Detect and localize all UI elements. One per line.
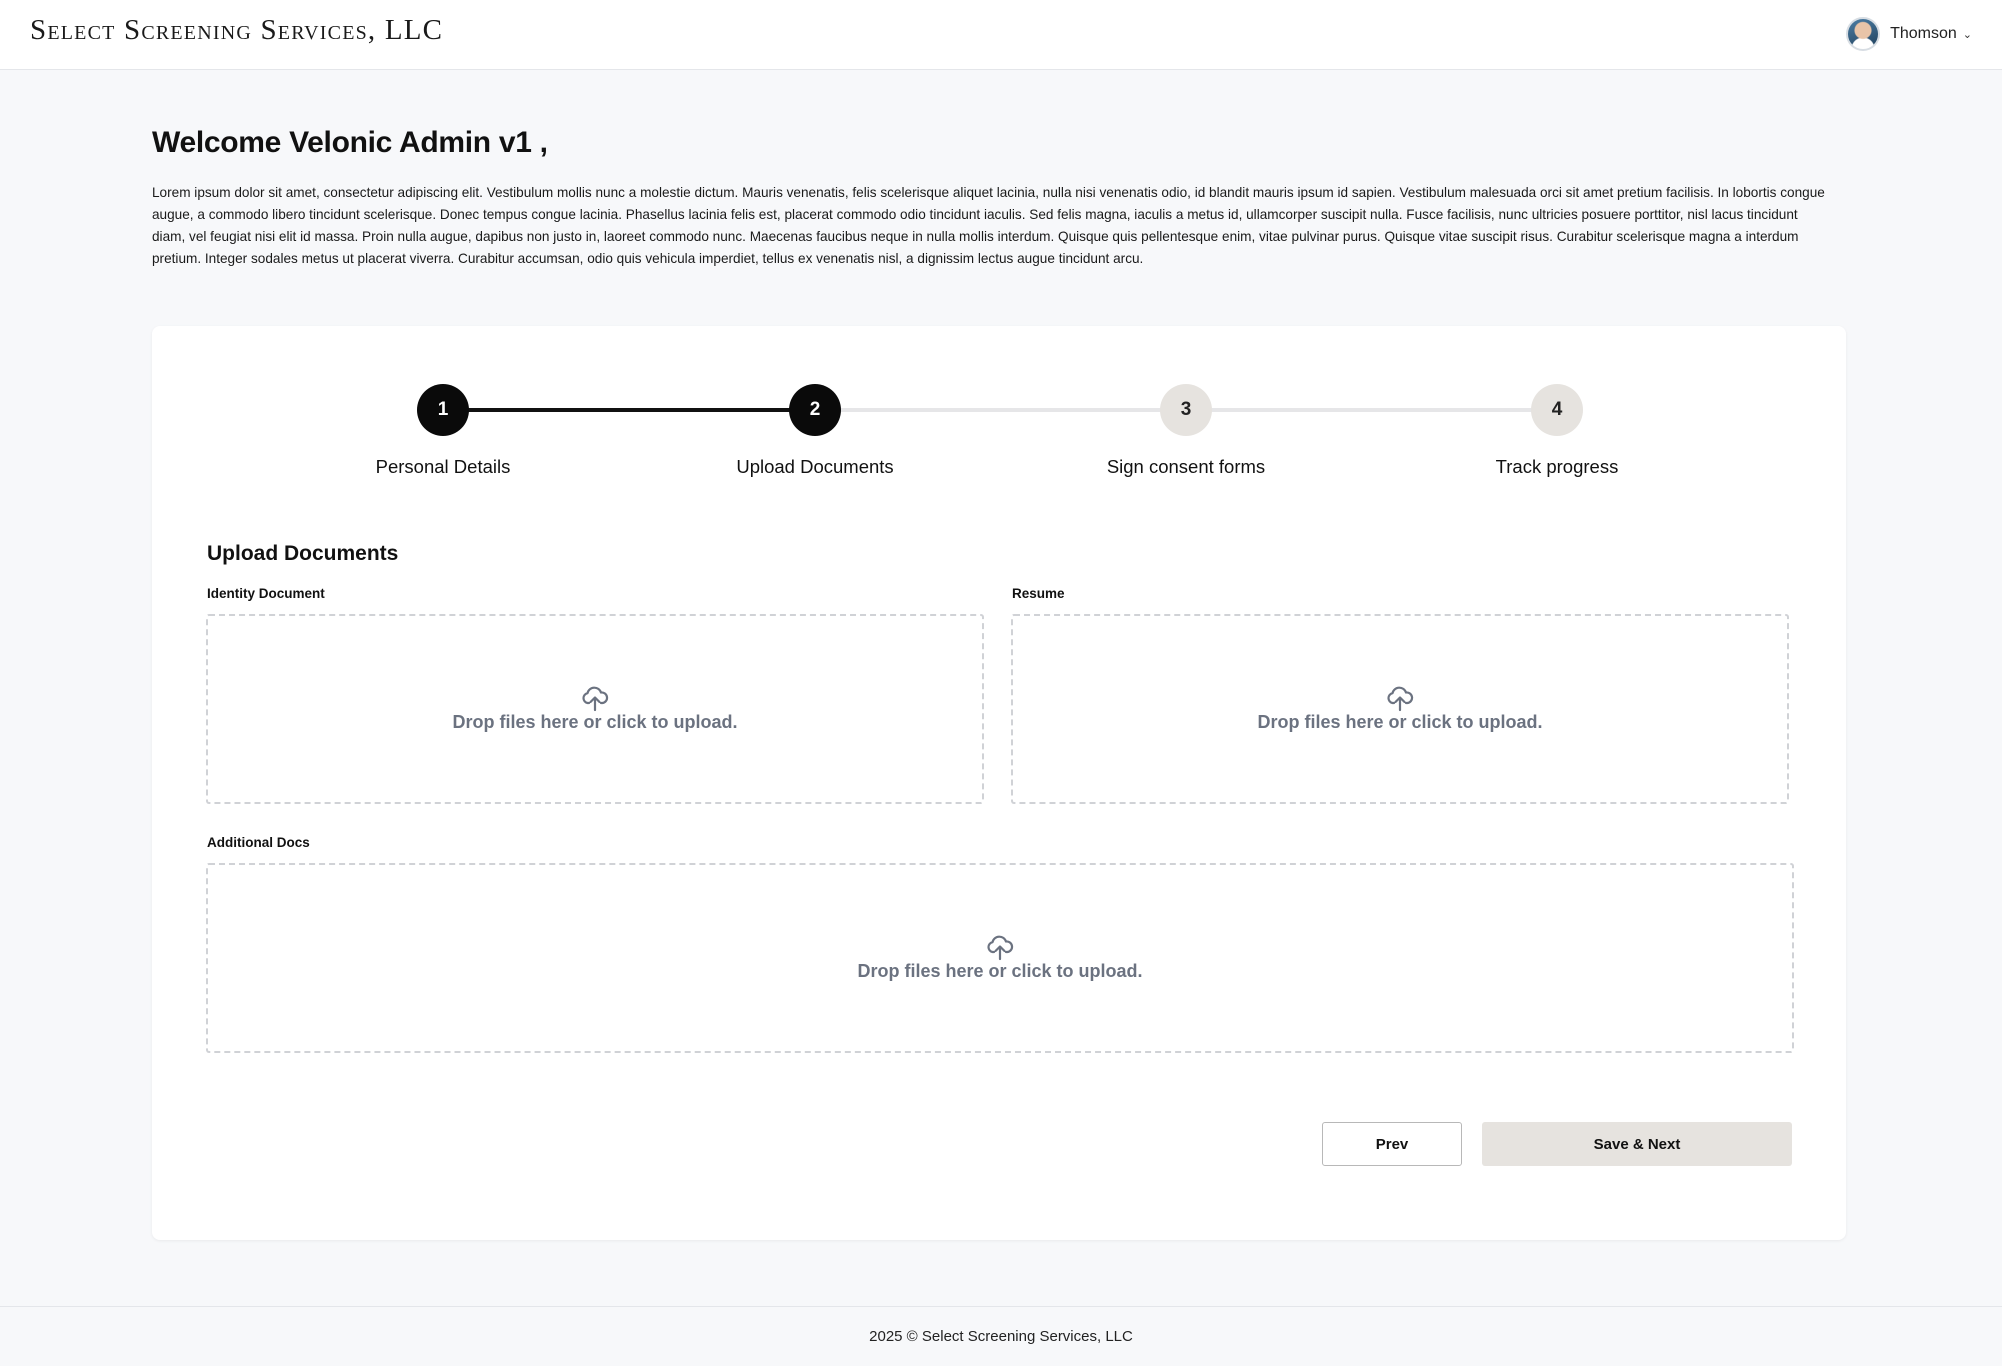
dropzone-text: Drop files here or click to upload. [1257, 711, 1543, 732]
dropzone-text: Drop files here or click to upload. [452, 711, 738, 732]
step-sign-consent-forms[interactable]: 3 Sign consent forms [1086, 384, 1286, 478]
step-personal-details[interactable]: 1 Personal Details [343, 384, 543, 478]
step-label: Track progress [1495, 456, 1619, 477]
cloud-upload-icon [987, 935, 1014, 960]
dropzone-text: Drop files here or click to upload. [857, 960, 1143, 981]
identity-document-dropzone[interactable]: Drop files here or click to upload. [206, 614, 984, 804]
step-number: 4 [1531, 384, 1583, 436]
additional-docs-dropzone[interactable]: Drop files here or click to upload. [206, 863, 1794, 1053]
upload-documents-card: 1 Personal Details 2 Upload Documents 3 … [152, 326, 1846, 1240]
step-number: 3 [1160, 384, 1212, 436]
cloud-upload-icon [1387, 686, 1414, 711]
brand-logo[interactable]: Select Screening Services, LLC [30, 14, 443, 47]
footer-copyright: 2025 © Select Screening Services, LLC [869, 1328, 1133, 1345]
user-menu[interactable]: Thomson ⌄ [1846, 16, 1972, 52]
step-track-progress[interactable]: 4 Track progress [1457, 384, 1657, 478]
prev-button[interactable]: Prev [1322, 1122, 1462, 1166]
welcome-title: Welcome Velonic Admin v1 , [152, 126, 548, 159]
additional-docs-label: Additional Docs [207, 835, 310, 850]
step-label: Upload Documents [736, 456, 894, 477]
chevron-down-icon[interactable]: ⌄ [1963, 28, 1972, 41]
cloud-upload-icon [582, 686, 609, 711]
step-number: 1 [417, 384, 469, 436]
top-navbar: Select Screening Services, LLC Thomson ⌄ [0, 0, 2002, 70]
step-number: 2 [789, 384, 841, 436]
user-name[interactable]: Thomson [1890, 25, 1957, 43]
user-avatar[interactable] [1846, 17, 1881, 51]
section-title: Upload Documents [207, 542, 399, 565]
save-and-next-button[interactable]: Save & Next [1482, 1122, 1792, 1166]
welcome-description: Lorem ipsum dolor sit amet, consectetur … [152, 185, 1825, 266]
resume-label: Resume [1012, 586, 1065, 601]
step-label: Sign consent forms [1106, 456, 1266, 477]
step-label: Personal Details [375, 456, 511, 477]
footer: 2025 © Select Screening Services, LLC [0, 1306, 2002, 1366]
identity-document-label: Identity Document [207, 586, 325, 601]
step-upload-documents[interactable]: 2 Upload Documents [715, 384, 915, 478]
resume-dropzone[interactable]: Drop files here or click to upload. [1011, 614, 1789, 804]
